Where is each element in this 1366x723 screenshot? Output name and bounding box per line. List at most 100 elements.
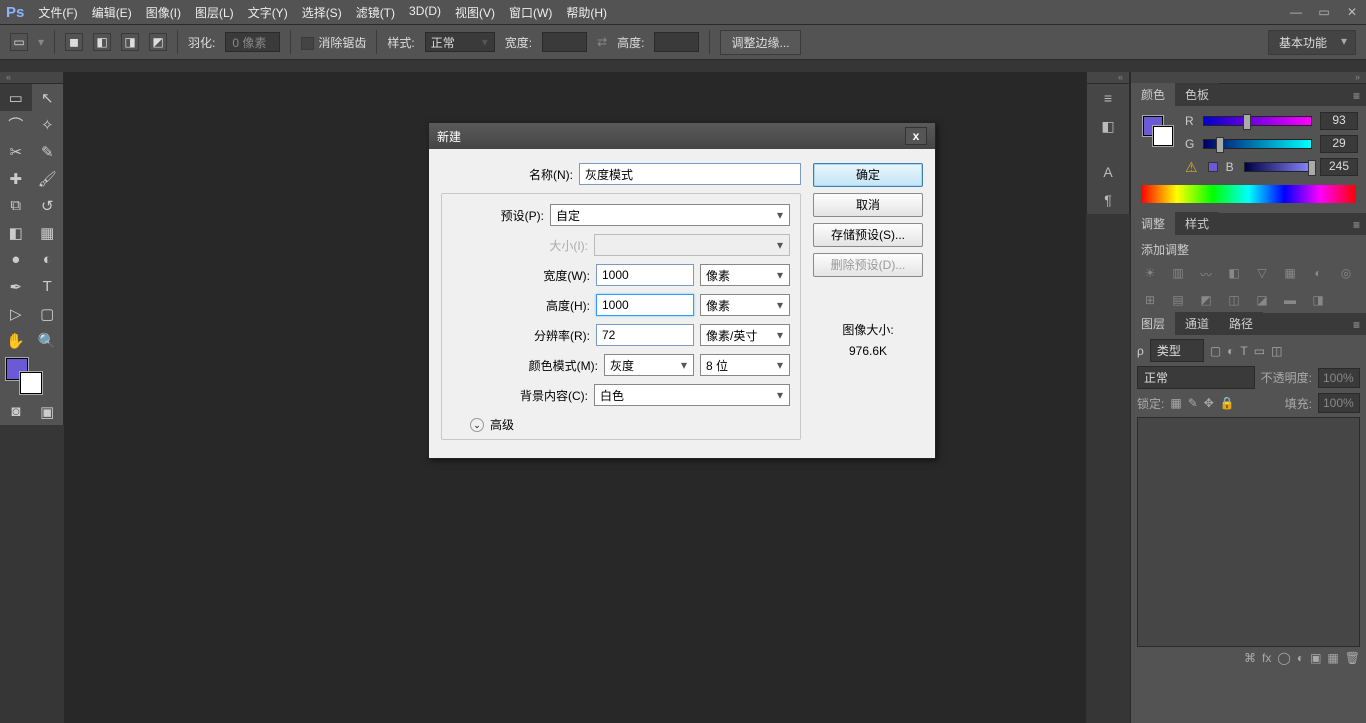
color-preview[interactable] — [1143, 116, 1175, 177]
menu-type[interactable]: 文字(Y) — [248, 4, 288, 21]
tab-layers[interactable]: 图层 — [1131, 312, 1175, 335]
heal-tool[interactable]: ✚ — [0, 165, 32, 192]
fill-value[interactable]: 100% — [1318, 393, 1360, 413]
lock-all-icon[interactable]: 🔒 — [1220, 396, 1235, 410]
filter-smart-icon[interactable]: ◫ — [1271, 344, 1282, 358]
eyedrop-tool[interactable]: ✎ — [32, 138, 64, 165]
bw-icon[interactable]: ◐ — [1309, 266, 1327, 283]
dlg-bg-select[interactable]: 白色 — [594, 384, 790, 406]
lock-pixel-icon[interactable]: ✎ — [1188, 396, 1198, 410]
b-slider[interactable] — [1244, 162, 1312, 172]
gamut-color-icon[interactable] — [1208, 162, 1218, 172]
exposure-icon[interactable]: ◧ — [1225, 266, 1243, 283]
dodge-tool[interactable]: ◐ — [32, 246, 64, 273]
add-sel-icon[interactable]: ◧ — [93, 33, 111, 51]
menu-filter[interactable]: 滤镜(T) — [356, 4, 395, 21]
dlg-mode-select[interactable]: 灰度 — [604, 354, 694, 376]
blend-mode-select[interactable]: 正常 — [1137, 366, 1255, 389]
selective-icon[interactable]: ◨ — [1309, 293, 1327, 307]
g-slider[interactable] — [1203, 139, 1312, 149]
preset-select[interactable]: 自定 — [550, 204, 790, 226]
new-sel-icon[interactable]: ◼ — [65, 33, 83, 51]
hue-icon[interactable]: ▦ — [1281, 266, 1299, 283]
swap-icon[interactable]: ⇄ — [597, 35, 607, 49]
quickmask-tool[interactable]: ◙ — [0, 398, 32, 425]
fill-layer-icon[interactable]: ◐ — [1297, 651, 1304, 665]
gradmap-icon[interactable]: ▬ — [1281, 293, 1299, 307]
screenmode-tool[interactable]: ▣ — [32, 398, 64, 425]
tab-swatches[interactable]: 色板 — [1175, 83, 1219, 106]
height-input[interactable] — [654, 32, 699, 52]
cancel-button[interactable]: 取消 — [813, 193, 923, 217]
tab-color[interactable]: 颜色 — [1131, 83, 1175, 106]
crop-tool[interactable]: ✂ — [0, 138, 32, 165]
antialias-checkbox[interactable] — [301, 37, 314, 50]
layer-list[interactable] — [1137, 417, 1360, 647]
int-sel-icon[interactable]: ◩ — [149, 33, 167, 51]
dlg-depth-select[interactable]: 8 位 — [700, 354, 790, 376]
zoom-tool[interactable]: 🔍 — [32, 327, 64, 354]
character-icon[interactable]: A — [1087, 158, 1129, 186]
lock-trans-icon[interactable]: ▦ — [1170, 396, 1181, 410]
dlg-height-unit[interactable]: 像素 — [700, 294, 790, 316]
menu-layer[interactable]: 图层(L) — [195, 4, 234, 21]
menu-image[interactable]: 图像(I) — [146, 4, 181, 21]
layer-filter-kind[interactable]: 类型 — [1150, 339, 1204, 362]
path-sel-tool[interactable]: ▷ — [0, 300, 32, 327]
panel-menu-icon[interactable]: ≡ — [1347, 315, 1366, 335]
hand-tool[interactable]: ✋ — [0, 327, 32, 354]
filter-adjust-icon[interactable]: ◐ — [1227, 344, 1234, 358]
workspace-select[interactable]: 基本功能 — [1268, 30, 1356, 55]
invert-icon[interactable]: ◩ — [1197, 293, 1215, 307]
trash-icon[interactable]: 🗑 — [1345, 651, 1360, 665]
ok-button[interactable]: 确定 — [813, 163, 923, 187]
mixer-icon[interactable]: ⊞ — [1141, 293, 1159, 307]
refine-edge-button[interactable]: 调整边缘... — [720, 30, 800, 55]
threshold-icon[interactable]: ◪ — [1253, 293, 1271, 307]
menu-select[interactable]: 选择(S) — [302, 4, 342, 21]
poster-icon[interactable]: ◫ — [1225, 293, 1243, 307]
tab-styles[interactable]: 样式 — [1175, 212, 1219, 235]
filter-type-icon[interactable]: T — [1240, 344, 1247, 358]
color-swatch[interactable] — [0, 354, 63, 398]
dialog-titlebar[interactable]: 新建 x — [429, 123, 935, 149]
dlg-height-input[interactable] — [596, 294, 694, 316]
curves-icon[interactable]: 〰 — [1197, 266, 1215, 283]
group-icon[interactable]: ▣ — [1310, 651, 1321, 665]
strip-collapse[interactable]: « — [1087, 72, 1129, 84]
new-layer-icon[interactable]: ▦ — [1327, 651, 1338, 665]
panel-menu-icon[interactable]: ≡ — [1347, 86, 1366, 106]
brightness-icon[interactable]: ☀ — [1141, 266, 1159, 283]
sub-sel-icon[interactable]: ◨ — [121, 33, 139, 51]
stamp-tool[interactable]: ⧉ — [0, 192, 32, 219]
wand-tool[interactable]: ✧ — [32, 111, 64, 138]
background-color[interactable] — [20, 372, 42, 394]
vibrance-icon[interactable]: ▽ — [1253, 266, 1271, 283]
tab-paths[interactable]: 路径 — [1219, 312, 1263, 335]
properties-icon[interactable]: ◧ — [1087, 112, 1129, 140]
photo-filter-icon[interactable]: ◎ — [1337, 266, 1355, 283]
history-brush-tool[interactable]: ↺ — [32, 192, 64, 219]
shape-tool[interactable]: ▢ — [32, 300, 64, 327]
b-value[interactable]: 245 — [1320, 158, 1358, 176]
move-tool[interactable]: ↖ — [32, 84, 64, 111]
tab-adjustments[interactable]: 调整 — [1131, 212, 1175, 235]
history-icon[interactable]: ≡ — [1087, 84, 1129, 112]
save-preset-button[interactable]: 存储预设(S)... — [813, 223, 923, 247]
dlg-res-input[interactable] — [596, 324, 694, 346]
menu-window[interactable]: 窗口(W) — [509, 4, 552, 21]
menu-view[interactable]: 视图(V) — [455, 4, 495, 21]
minimize-button[interactable]: — — [1288, 5, 1304, 19]
blur-tool[interactable]: ● — [0, 246, 32, 273]
filter-shape-icon[interactable]: ▭ — [1254, 344, 1265, 358]
r-value[interactable]: 93 — [1320, 112, 1358, 130]
link-icon[interactable]: ⌘ — [1244, 651, 1256, 665]
filter-img-icon[interactable]: ▢ — [1210, 344, 1221, 358]
opacity-value[interactable]: 100% — [1318, 368, 1360, 388]
dialog-close-button[interactable]: x — [905, 127, 927, 145]
r-slider[interactable] — [1203, 116, 1312, 126]
eraser-tool[interactable]: ◧ — [0, 219, 32, 246]
feather-input[interactable] — [225, 32, 280, 52]
maximize-button[interactable]: ▭ — [1316, 5, 1332, 19]
lookup-icon[interactable]: ▤ — [1169, 293, 1187, 307]
